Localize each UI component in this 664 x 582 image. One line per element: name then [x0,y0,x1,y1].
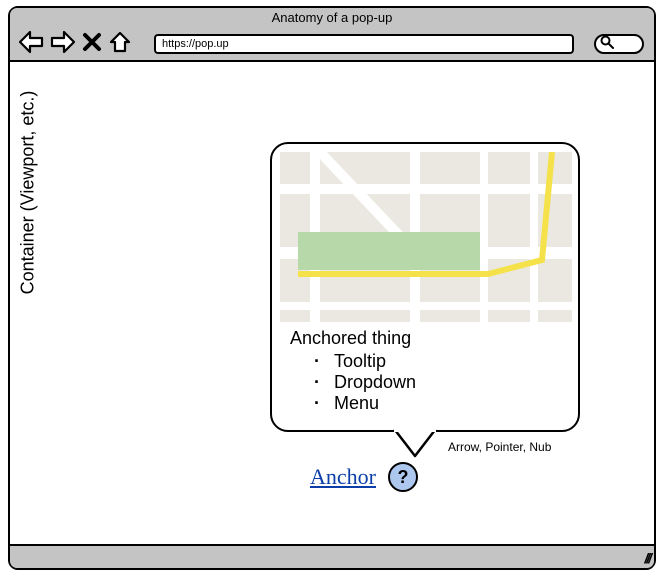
arrow-label: Arrow, Pointer, Nub [448,440,551,454]
window-title: Anatomy of a pop-up [10,10,654,25]
browser-window: Anatomy of a pop-up [8,6,656,570]
search-icon [600,35,614,54]
url-bar[interactable]: https://pop.up [154,34,574,54]
popup-list-item: Menu [314,393,416,414]
anchor-row: Anchor ? [310,462,418,492]
container-label: Container (Viewport, etc.) [16,62,40,322]
help-icon[interactable]: ? [388,462,418,492]
browser-content: Container (Viewport, etc.) Anchor [10,62,654,546]
popup-list-item: Dropdown [314,372,416,393]
resize-grip-icon[interactable]: /// [644,550,650,566]
url-text: https://pop.up [162,38,229,50]
popup-title: Anchored thing [290,328,416,349]
status-bar: /// [10,546,654,568]
popup-list: Tooltip Dropdown Menu [314,351,416,414]
map-illustration [280,152,572,322]
popup-list-item: Tooltip [314,351,416,372]
forward-icon[interactable] [50,30,76,54]
home-icon[interactable] [108,30,132,54]
anchor-link[interactable]: Anchor [310,464,376,490]
popup-text: Anchored thing Tooltip Dropdown Menu [290,328,416,414]
back-icon[interactable] [18,30,44,54]
nav-icons [18,30,132,54]
search-box[interactable] [594,34,644,54]
popup-arrow-icon [390,428,440,458]
popup-card: Anchored thing Tooltip Dropdown Menu [270,142,580,432]
browser-toolbar: Anatomy of a pop-up [10,8,654,62]
stop-icon[interactable] [82,32,102,52]
